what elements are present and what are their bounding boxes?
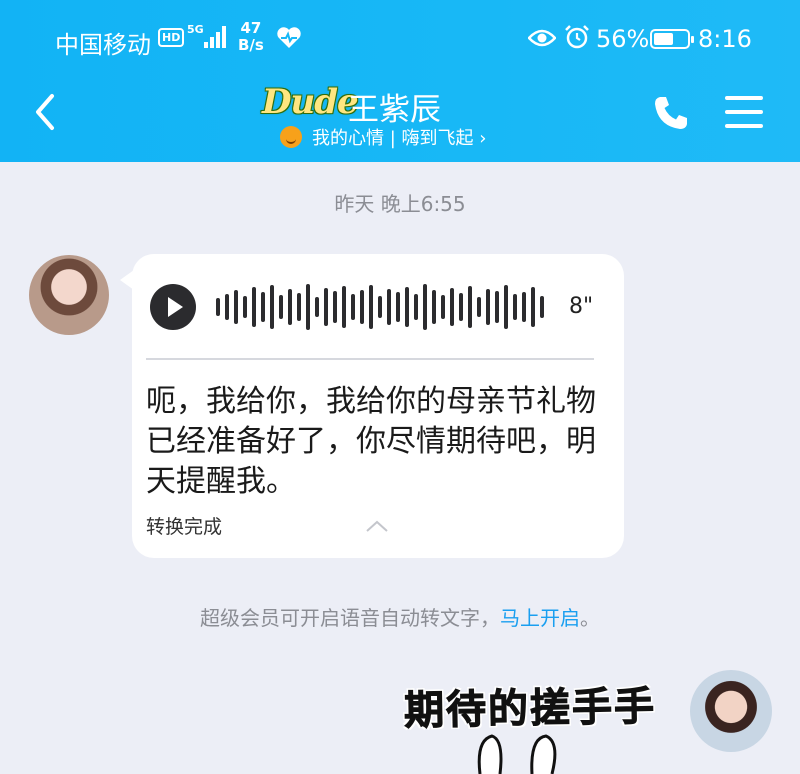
waveform-bar: [477, 297, 481, 317]
waveform-bar: [324, 288, 328, 326]
waveform-bar: [306, 284, 310, 330]
message-timestamp: 昨天 晚上6:55: [334, 192, 466, 216]
menu-icon[interactable]: [725, 96, 763, 128]
bubble-divider: [146, 358, 594, 360]
carrier-name: 中国移动: [55, 31, 151, 59]
contact-name: 王紫辰: [348, 92, 441, 128]
network-speed: 47 B/s: [238, 20, 264, 54]
waveform-bar: [468, 286, 472, 328]
smiley-sun-icon: [280, 126, 302, 148]
conversion-status: 转换完成: [146, 516, 223, 538]
eye-icon: [528, 29, 556, 47]
vip-tip-text: 超级会员可开启语音自动转文字，: [200, 606, 500, 630]
waveform-bar: [405, 287, 409, 327]
vip-tip-suffix: 。: [580, 606, 600, 630]
waveform-bar: [495, 291, 499, 323]
waveform-bar: [225, 294, 229, 320]
waveform-bar: [387, 289, 391, 325]
waveform-bar: [234, 290, 238, 324]
contact-avatar[interactable]: [29, 255, 109, 335]
contact-mood[interactable]: 我的心情 | 嗨到飞起 ›: [280, 124, 486, 150]
back-arrow-icon[interactable]: [30, 92, 60, 132]
phone-call-icon[interactable]: [652, 94, 690, 132]
chevron-up-icon[interactable]: [366, 520, 388, 532]
voice-transcript[interactable]: 呃，我给你，我给你的母亲节礼物已经准备好了，你尽情期待吧，明天提醒我。: [146, 382, 596, 502]
waveform-bar: [261, 292, 265, 322]
waveform-bar: [342, 286, 346, 328]
waveform-bar: [360, 290, 364, 324]
waveform-bar: [333, 291, 337, 323]
waveform-bar: [432, 290, 436, 324]
waveform-bar: [540, 296, 544, 318]
waveform-bar: [315, 297, 319, 317]
voice-message-bubble[interactable]: 8" 呃，我给你，我给你的母亲节礼物已经准备好了，你尽情期待吧，明天提醒我。 转…: [132, 254, 624, 558]
my-avatar[interactable]: [690, 670, 772, 752]
status-bar: 中国移动 HD 5G 47 B/s 56% 8:16: [0, 18, 800, 62]
waveform-bar: [288, 289, 292, 325]
waveform-bar: [297, 293, 301, 321]
waveform-bar: [423, 284, 427, 330]
waveform-bar: [450, 288, 454, 326]
heart-health-icon: [277, 27, 301, 48]
network-5g-icon: 5G: [187, 23, 204, 36]
play-voice-button[interactable]: [150, 284, 196, 330]
voice-waveform: [216, 284, 544, 330]
enable-now-link[interactable]: 马上开启: [500, 606, 580, 630]
waveform-bar: [486, 289, 490, 325]
chat-header: 中国移动 HD 5G 47 B/s 56% 8:16 Dude 王紫辰 我的心情…: [0, 0, 800, 162]
mood-text: 我的心情 | 嗨到飞起 ›: [312, 128, 487, 149]
hd-icon: HD: [158, 28, 185, 47]
waveform-bar: [216, 298, 220, 316]
speed-unit: B/s: [238, 36, 264, 54]
status-time: 8:16: [698, 25, 752, 53]
waveform-bar: [243, 296, 247, 318]
sticker-image[interactable]: 期待的搓手手: [403, 674, 657, 736]
dude-badge: Dude: [262, 82, 359, 122]
waveform-bar: [369, 285, 373, 329]
waveform-bar: [279, 295, 283, 319]
battery-icon: [650, 29, 694, 49]
waveform-bar: [531, 287, 535, 327]
bunny-ears-sticker-icon: [477, 734, 557, 774]
waveform-bar: [414, 294, 418, 320]
waveform-bar: [513, 294, 517, 320]
speed-value: 47: [240, 19, 262, 37]
alarm-icon: [565, 25, 589, 49]
waveform-bar: [396, 292, 400, 322]
voice-duration: 8": [569, 294, 594, 319]
signal-icon: [204, 26, 228, 48]
waveform-bar: [252, 287, 256, 327]
waveform-bar: [459, 293, 463, 321]
waveform-bar: [504, 285, 508, 329]
waveform-bar: [378, 296, 382, 318]
waveform-bar: [270, 285, 274, 329]
battery-percent: 56%: [596, 25, 650, 53]
waveform-bar: [351, 294, 355, 320]
waveform-bar: [522, 292, 526, 322]
waveform-bar: [441, 295, 445, 319]
vip-tip: 超级会员可开启语音自动转文字，马上开启。: [0, 602, 800, 631]
